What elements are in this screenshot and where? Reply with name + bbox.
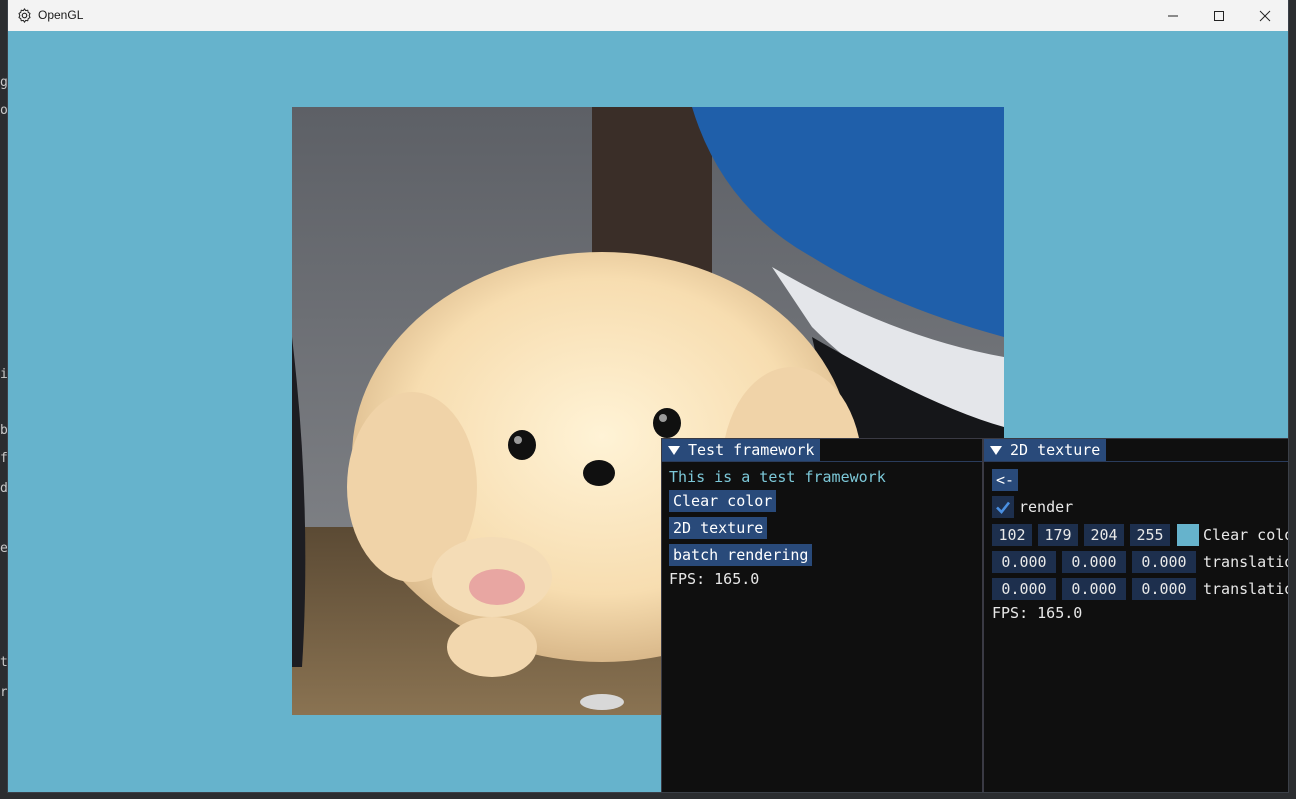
bg-fragment: o [0, 104, 8, 118]
test-framework-panel[interactable]: Test framework This is a test framework … [661, 438, 983, 792]
bg-fragment: i [0, 368, 8, 382]
slider-value: 0.000 [1071, 580, 1117, 598]
clear-color-button[interactable]: Clear color [669, 490, 777, 512]
translation-a-x-field[interactable]: 0.000 [992, 551, 1056, 573]
back-button[interactable]: <- [992, 469, 1019, 491]
color-a-field[interactable]: 255 [1130, 524, 1170, 546]
fps-text: FPS: 165.0 [669, 570, 760, 588]
collapse-triangle-icon[interactable] [668, 445, 680, 455]
close-button[interactable] [1242, 0, 1288, 31]
window-title: OpenGL [38, 8, 84, 22]
batch-rendering-button[interactable]: batch rendering [669, 544, 813, 566]
bg-fragment: d [0, 482, 8, 496]
bg-fragment: f [0, 452, 8, 466]
color-g-field[interactable]: 179 [1038, 524, 1078, 546]
panel-header[interactable]: 2D texture [984, 439, 1288, 462]
2d-texture-button[interactable]: 2D texture [669, 517, 768, 539]
color-r-field[interactable]: 102 [992, 524, 1032, 546]
translation-a-y-field[interactable]: 0.000 [1062, 551, 1126, 573]
gear-icon [18, 8, 31, 23]
background-editor-edge: g o i b f d e t r [0, 0, 8, 799]
translation-b-y-field[interactable]: 0.000 [1062, 578, 1126, 600]
title-bar[interactable]: OpenGL [8, 0, 1288, 31]
bg-fragment: e [0, 542, 8, 556]
render-label: render [1019, 498, 1074, 516]
collapse-triangle-icon[interactable] [990, 445, 1002, 455]
slider-value: 0.000 [1071, 553, 1117, 571]
panel-title-tab[interactable]: Test framework [662, 439, 821, 461]
translation-b-x-field[interactable]: 0.000 [992, 578, 1056, 600]
bg-fragment: t [0, 656, 8, 670]
slider-value: 0.000 [1001, 580, 1047, 598]
close-icon [1259, 10, 1271, 21]
translation-b-z-field[interactable]: 0.000 [1132, 578, 1196, 600]
bg-fragment: b [0, 424, 8, 438]
minimize-button[interactable] [1150, 0, 1196, 31]
bg-fragment: g [0, 76, 8, 90]
framework-description: This is a test framework [669, 468, 886, 486]
minimize-icon [1168, 15, 1178, 16]
maximize-button[interactable] [1196, 0, 1242, 31]
color-swatch[interactable] [1177, 524, 1199, 546]
opengl-window: OpenGL Test framework This is a test fra… [8, 0, 1288, 792]
panel-title: 2D texture [1010, 441, 1101, 459]
color-b-field[interactable]: 204 [1084, 524, 1124, 546]
checkmark-icon [996, 501, 1011, 514]
panel-title-tab[interactable]: 2D texture [984, 439, 1107, 461]
panel-header[interactable]: Test framework [662, 439, 982, 462]
panel-title: Test framework [688, 441, 815, 459]
translation-a-z-field[interactable]: 0.000 [1132, 551, 1196, 573]
fps-text: FPS: 165.0 [992, 604, 1083, 622]
slider-value: 0.000 [1141, 580, 1187, 598]
2d-texture-panel[interactable]: 2D texture <- render 102 179 204 255 Cle… [983, 438, 1288, 792]
maximize-icon [1214, 10, 1224, 21]
clear-color-label: Clear colo [1203, 526, 1288, 544]
render-checkbox[interactable] [992, 496, 1014, 518]
slider-value: 0.000 [1001, 553, 1047, 571]
background-right-edge [1288, 0, 1296, 799]
slider-value: 0.000 [1141, 553, 1187, 571]
translation-b-label: translatio [1203, 580, 1288, 598]
translation-a-label: translatio [1203, 553, 1288, 571]
bg-fragment: r [0, 686, 8, 700]
